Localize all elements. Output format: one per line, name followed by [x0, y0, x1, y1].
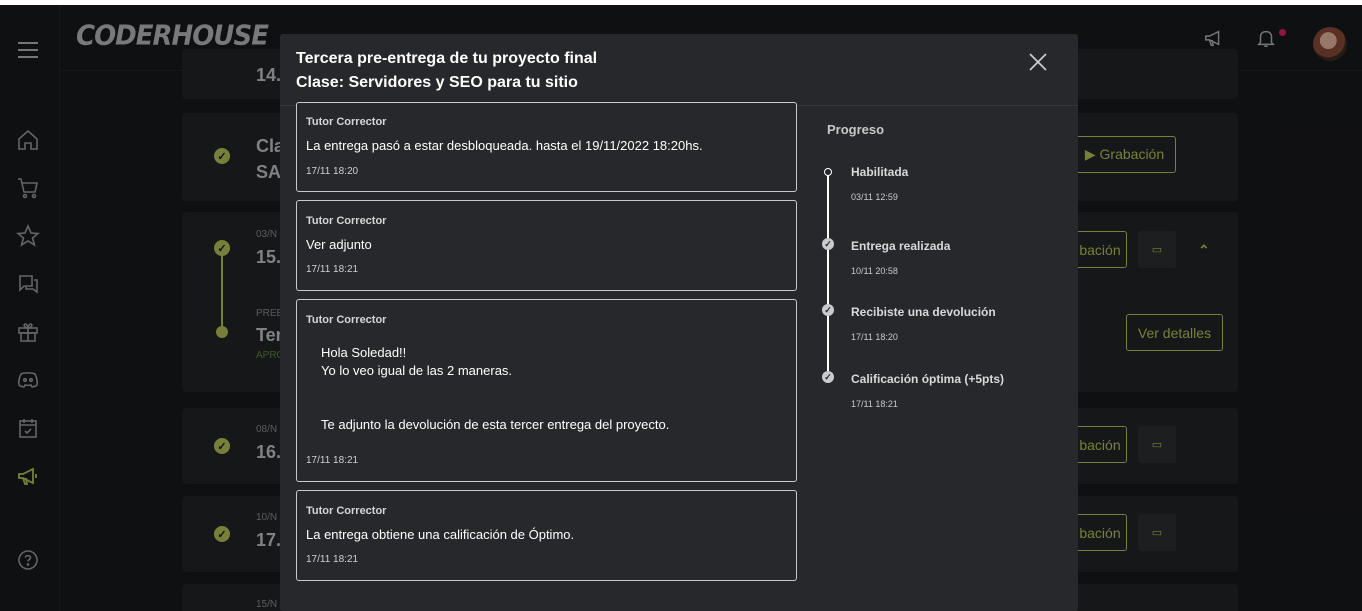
- progress-line: [827, 174, 829, 383]
- check-icon: ✓: [822, 371, 834, 383]
- message-time: 17/11 18:21: [306, 264, 359, 275]
- message-time: 17/11 18:21: [306, 455, 359, 466]
- step-label: Calificación óptima (+5pts): [851, 372, 1005, 386]
- step-label: Entrega realizada: [851, 239, 951, 253]
- message-card: Tutor Corrector La entrega obtiene una c…: [296, 490, 797, 581]
- check-icon: ✓: [822, 238, 834, 250]
- message-text: La entrega obtiene una calificación de Ó…: [306, 527, 575, 542]
- message-author: Tutor Corrector: [306, 116, 387, 128]
- step-dot: [824, 168, 832, 176]
- step-time: 10/11 20:58: [851, 266, 898, 276]
- message-text: La entrega pasó a estar desbloqueada. ha…: [306, 138, 703, 153]
- message-time: 17/11 18:21: [306, 554, 359, 565]
- message-text: Hola Soledad!! Yo lo veo igual de las 2 …: [321, 345, 670, 432]
- message-card: Tutor Corrector Hola Soledad!! Yo lo veo…: [296, 299, 797, 482]
- progress-title: Progreso: [827, 122, 885, 137]
- modal-title: Tercera pre-entrega de tu proyecto final…: [296, 47, 597, 95]
- message-author: Tutor Corrector: [306, 314, 387, 326]
- check-icon: ✓: [822, 304, 834, 316]
- message-card: Tutor Corrector La entrega pasó a estar …: [296, 102, 797, 192]
- step-label: Recibiste una devolución: [851, 305, 996, 319]
- modal-title-line1: Tercera pre-entrega de tu proyecto final: [296, 50, 598, 67]
- deliverable-modal: Tercera pre-entrega de tu proyecto final…: [280, 34, 1078, 611]
- message-author: Tutor Corrector: [306, 505, 387, 517]
- step-time: 03/11 12:59: [851, 192, 898, 202]
- message-author: Tutor Corrector: [306, 215, 387, 227]
- message-card: Tutor Corrector Ver adjunto 17/11 18:21: [296, 200, 797, 291]
- messages-list[interactable]: Tutor Corrector La entrega pasó a estar …: [296, 102, 798, 611]
- attachment-link[interactable]: Ver adjunto: [306, 236, 372, 254]
- step-time: 17/11 18:21: [851, 399, 898, 409]
- modal-title-line2: Clase: Servidores y SEO para tu sitio: [296, 74, 578, 91]
- message-time: 17/11 18:20: [306, 166, 359, 177]
- step-label: Habilitada: [851, 165, 909, 179]
- close-icon[interactable]: [1027, 51, 1049, 73]
- step-time: 17/11 18:20: [851, 332, 898, 342]
- modal-header: Tercera pre-entrega de tu proyecto final…: [280, 34, 1078, 106]
